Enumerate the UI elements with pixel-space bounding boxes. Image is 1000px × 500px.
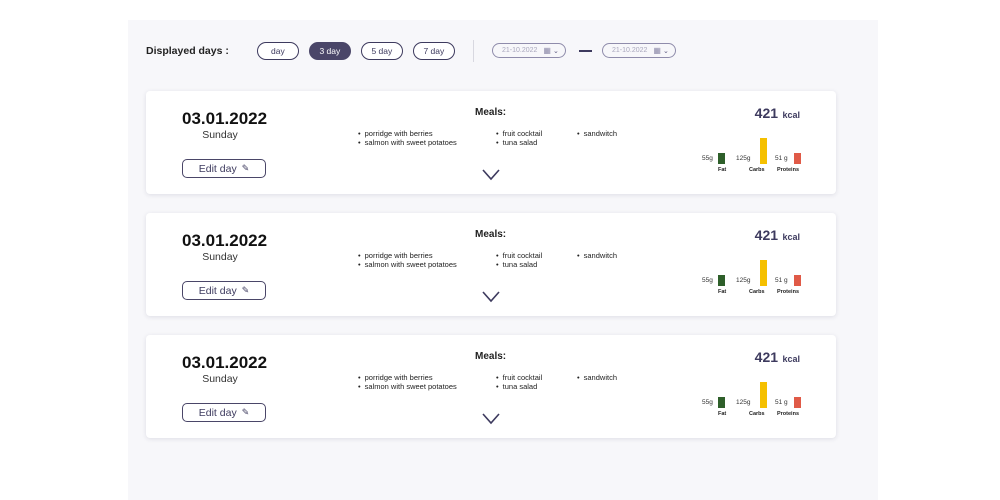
meal-item: tuna salad (496, 260, 538, 269)
meal-item: porridge with berries (358, 373, 433, 382)
pencil-icon: ✎ (241, 285, 250, 295)
macro-bar-fat (718, 153, 725, 164)
chevron-down-icon: ⌄ (552, 47, 559, 55)
meal-item: salmon with sweet potatoes (358, 138, 457, 147)
calendar-icon: ▦ (543, 46, 551, 55)
calories-unit: kcal (782, 110, 800, 120)
expand-chevron-icon[interactable] (482, 291, 500, 303)
macro-value: 125g (736, 399, 751, 406)
day-option-5[interactable]: 5 day (360, 42, 403, 60)
meal-item: salmon with sweet potatoes (358, 382, 457, 391)
day-weekday: Sunday (202, 373, 238, 385)
date-from-value: 21-10.2022 (502, 47, 538, 54)
filter-divider (473, 40, 474, 62)
edit-day-label: Edit day (198, 284, 237, 297)
macro-label: Carbs (749, 167, 765, 173)
meal-item: fruit cocktail (496, 373, 543, 382)
calories-unit: kcal (782, 232, 800, 242)
macro-label: Proteins (777, 167, 800, 173)
calories-total: 421 kcal (755, 227, 800, 245)
macro-value: 55g (702, 399, 713, 406)
calories-unit: kcal (782, 354, 800, 364)
calories-total: 421 kcal (755, 105, 800, 123)
macro-value: 51 g (775, 277, 788, 284)
meal-item: tuna salad (496, 138, 538, 147)
day-date: 03.01.2022 (182, 231, 268, 250)
macro-value: 55g (702, 277, 713, 284)
expand-chevron-icon[interactable] (482, 413, 500, 425)
meal-item: tuna salad (496, 382, 538, 391)
day-option-7[interactable]: 7 day (412, 42, 455, 60)
displayed-days-label: Displayed days : (146, 45, 229, 57)
day-option-3[interactable]: 3 day (308, 42, 351, 60)
expand-chevron-icon[interactable] (482, 169, 500, 181)
macro-bar-carbs (760, 382, 767, 408)
pencil-icon: ✎ (241, 163, 250, 173)
macro-value: 125g (736, 155, 751, 162)
macro-bar-carbs (760, 138, 767, 164)
meal-item: sandwitch (577, 251, 617, 260)
meal-item: sandwitch (577, 129, 617, 138)
displayed-days-filter: Displayed days : day 3 day 5 day 7 day (146, 41, 465, 61)
meal-item: fruit cocktail (496, 129, 543, 138)
macro-label: Carbs (749, 411, 765, 417)
macro-bar-proteins (794, 397, 801, 408)
date-from-input[interactable]: 21-10.2022 ▦ ⌄ (492, 43, 566, 58)
macro-label: Carbs (749, 289, 765, 295)
calories-value: 421 (754, 349, 779, 365)
date-range-dash (579, 50, 592, 52)
edit-day-button[interactable]: Edit day ✎ (182, 403, 266, 422)
macro-bar-proteins (794, 275, 801, 286)
meals-title: Meals: (475, 351, 507, 362)
macro-bar-fat (718, 397, 725, 408)
calories-total: 421 kcal (755, 349, 800, 367)
date-to-value: 21-10.2022 (612, 47, 648, 54)
day-card: 03.01.2022Sunday Edit day ✎ Meals: porridge … (146, 91, 836, 194)
meal-item: porridge with berries (358, 251, 433, 260)
macro-bar-proteins (794, 153, 801, 164)
macro-label: Fat (718, 289, 727, 295)
edit-day-button[interactable]: Edit day ✎ (182, 159, 266, 178)
meals-title: Meals: (475, 229, 507, 240)
macro-label: Fat (718, 167, 727, 173)
chevron-down-icon: ⌄ (662, 47, 669, 55)
day-option-1[interactable]: day (256, 42, 299, 60)
day-weekday: Sunday (202, 129, 238, 141)
calories-value: 421 (754, 227, 779, 243)
meals-title: Meals: (475, 107, 507, 118)
meal-item: sandwitch (577, 373, 617, 382)
macro-bar-carbs (760, 260, 767, 286)
macro-label: Proteins (777, 289, 800, 295)
meal-item: salmon with sweet potatoes (358, 260, 457, 269)
calories-value: 421 (754, 105, 779, 121)
day-card: 03.01.2022Sunday Edit day ✎ Meals: porridge … (146, 335, 836, 438)
macro-value: 51 g (775, 399, 788, 406)
macro-value: 125g (736, 277, 751, 284)
calendar-icon: ▦ (653, 46, 661, 55)
macro-value: 51 g (775, 155, 788, 162)
pencil-icon: ✎ (241, 407, 250, 417)
meal-item: fruit cocktail (496, 251, 543, 260)
edit-day-button[interactable]: Edit day ✎ (182, 281, 266, 300)
macro-label: Proteins (777, 411, 800, 417)
date-to-input[interactable]: 21-10.2022 ▦ ⌄ (602, 43, 676, 58)
macro-value: 55g (702, 155, 713, 162)
edit-day-label: Edit day (198, 406, 237, 419)
day-weekday: Sunday (202, 251, 238, 263)
day-date: 03.01.2022 (182, 353, 268, 372)
macro-bar-fat (718, 275, 725, 286)
macro-label: Fat (718, 411, 727, 417)
meal-item: porridge with berries (358, 129, 433, 138)
day-card: 03.01.2022Sunday Edit day ✎ Meals: porridge … (146, 213, 836, 316)
edit-day-label: Edit day (198, 162, 237, 175)
day-date: 03.01.2022 (182, 109, 268, 128)
